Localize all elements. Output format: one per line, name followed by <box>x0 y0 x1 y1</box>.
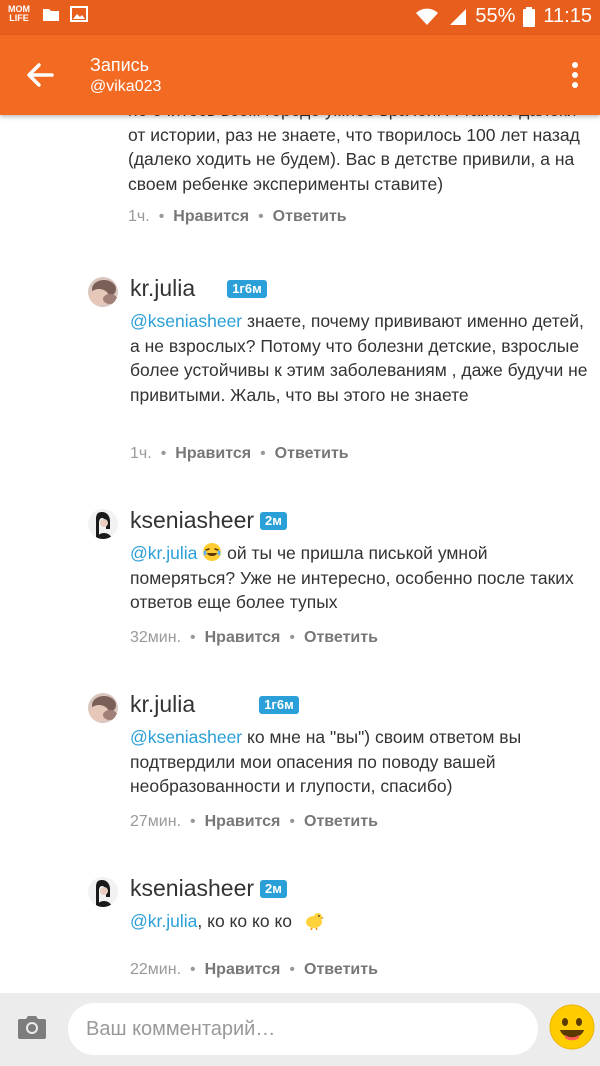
mention-link[interactable]: @kseniasheer <box>130 727 242 747</box>
chick-emoji-icon <box>305 913 324 931</box>
camera-icon[interactable] <box>16 1013 48 1041</box>
comment-meta: 1ч. • Нравится • Ответить <box>130 445 349 463</box>
comment-time: 22мин. <box>130 961 182 978</box>
comment-author[interactable]: kr.julia <box>130 275 195 302</box>
page-title: Запись <box>90 55 150 75</box>
more-options-icon[interactable] <box>570 60 580 90</box>
comment-author[interactable]: kseniasheer <box>130 507 254 534</box>
avatar-image <box>96 511 112 539</box>
like-button[interactable]: Нравится <box>175 445 251 463</box>
comment-time: 1ч. <box>128 208 150 225</box>
status-bar: MOM LIFE 55% 11:15 <box>0 0 600 35</box>
status-badge: 2м <box>260 511 287 530</box>
battery-icon <box>523 6 536 27</box>
comment-input[interactable] <box>68 1003 538 1055</box>
status-badge: 2м <box>260 879 287 898</box>
reply-button[interactable]: Ответить <box>304 629 378 647</box>
comment-meta: 22мин. • Нравится • Ответить <box>130 961 378 979</box>
status-badge: 1г6м <box>259 695 299 714</box>
comment-meta: 1ч. • Нравится • Ответить <box>128 208 347 226</box>
comment-meta: 27мин. • Нравится • Ответить <box>130 813 378 831</box>
mention-link[interactable]: @kseniasheer <box>130 311 242 331</box>
comment-text: ой ты че пришла писькой умной померяться… <box>130 543 574 612</box>
emoji-picker-icon[interactable] <box>548 1003 596 1051</box>
mention-link[interactable]: @kr.julia <box>130 543 197 563</box>
comment-item: kr.julia 1г6м @kseniasheer знаете, почем… <box>88 275 593 475</box>
image-icon <box>70 6 88 22</box>
avatar[interactable] <box>88 277 118 307</box>
comment-time: 1ч. <box>130 445 152 462</box>
avatar-image <box>89 280 117 305</box>
signal-icon <box>450 8 467 25</box>
mention-link[interactable]: @kr.julia <box>130 911 197 931</box>
app-bar: Запись @vika023 <box>0 35 600 115</box>
status-badge: 1г6м <box>227 279 267 298</box>
like-button[interactable]: Нравится <box>205 961 281 979</box>
like-button[interactable]: Нравится <box>205 813 281 831</box>
avatar[interactable] <box>88 509 118 539</box>
avatar-image <box>96 879 112 907</box>
comment-meta: 32мин. • Нравится • Ответить <box>130 629 378 647</box>
comment-item: kseniasheer 2м @kr.julia, ко ко ко ко 22… <box>88 875 593 985</box>
page-subtitle[interactable]: @vika023 <box>90 77 161 97</box>
clock: 11:15 <box>543 5 592 27</box>
battery-percent: 55% <box>475 5 516 27</box>
comment-author[interactable]: kseniasheer <box>130 875 254 902</box>
wifi-icon <box>416 8 439 25</box>
comment-item: не очитесь всем городе умнее врачей. А т… <box>128 115 593 226</box>
comment-composer <box>0 993 600 1066</box>
comment-time: 32мин. <box>130 629 182 646</box>
avatar[interactable] <box>88 877 118 907</box>
comment-time: 27мин. <box>130 813 182 830</box>
laughing-tears-emoji-icon <box>203 543 222 561</box>
momlife-notification-icon: MOM LIFE <box>8 4 30 23</box>
like-button[interactable]: Нравится <box>173 208 249 226</box>
reply-button[interactable]: Ответить <box>304 813 378 831</box>
reply-button[interactable]: Ответить <box>304 961 378 979</box>
avatar-image <box>89 696 117 721</box>
back-arrow-icon[interactable] <box>22 57 58 93</box>
comment-item: kr.julia 1г6м @kseniasheer ко мне на "вы… <box>88 691 593 841</box>
avatar[interactable] <box>88 693 118 723</box>
comment-text: , ко ко ко ко <box>197 911 297 931</box>
reply-button[interactable]: Ответить <box>273 208 347 226</box>
comment-author[interactable]: kr.julia <box>130 691 195 718</box>
like-button[interactable]: Нравится <box>205 629 281 647</box>
folder-icon <box>43 9 59 21</box>
comment-item: kseniasheer 2м @kr.julia ой ты че пришла… <box>88 507 593 657</box>
reply-button[interactable]: Ответить <box>275 445 349 463</box>
comments-feed[interactable]: не очитесь всем городе умнее врачей. А т… <box>0 115 600 995</box>
comment-text: не очитесь всем городе умнее врачей. А т… <box>128 115 580 194</box>
